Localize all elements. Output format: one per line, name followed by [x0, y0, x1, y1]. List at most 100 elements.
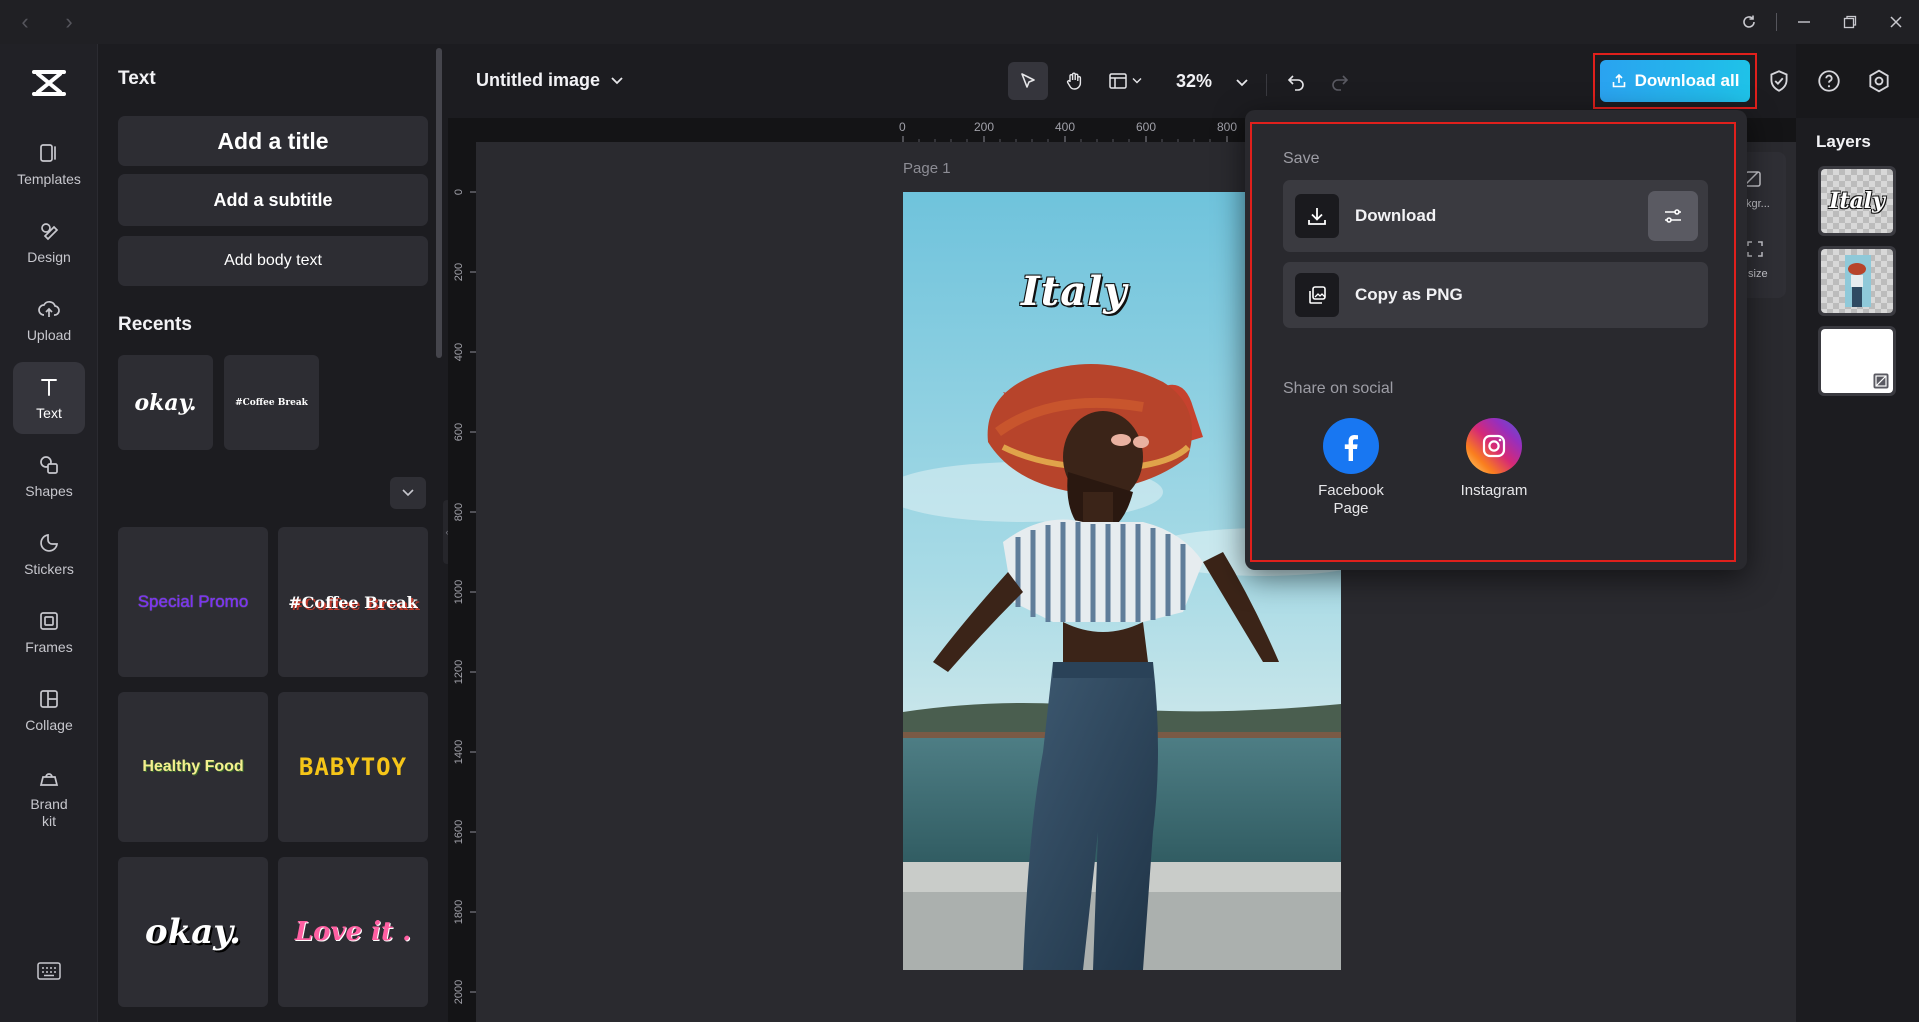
- resize-icon[interactable]: [1746, 240, 1764, 258]
- facebook-icon: [1323, 418, 1379, 474]
- text-style-okay[interactable]: okay.: [118, 857, 268, 1007]
- rail-label: Collage: [25, 716, 73, 733]
- share-facebook-page-button[interactable]: Facebook Page: [1301, 418, 1401, 518]
- add-title-button[interactable]: Add a title: [118, 116, 428, 166]
- toolbar-separator: [1266, 74, 1267, 96]
- ruler-label: 2000: [453, 979, 465, 1005]
- text-icon: [41, 378, 57, 396]
- back-arrow-icon[interactable]: ‹: [10, 9, 40, 35]
- rail-label: Stickers: [24, 560, 74, 577]
- recents-title: Recents: [118, 314, 192, 335]
- rail-item-text[interactable]: Text: [13, 362, 85, 434]
- add-subtitle-button[interactable]: Add a subtitle: [118, 174, 428, 226]
- stickers-icon: [40, 533, 58, 552]
- ruler-label: 200: [974, 120, 995, 134]
- settings-icon[interactable]: [1866, 68, 1892, 94]
- ruler-label: 400: [453, 342, 465, 362]
- text-style-coffee-break[interactable]: #Coffee Break: [278, 527, 428, 677]
- restore-icon[interactable]: [1827, 0, 1873, 44]
- ruler-label: 800: [1217, 120, 1238, 134]
- ruler-label: 1800: [453, 899, 465, 925]
- rail-item-frames[interactable]: Frames: [13, 596, 85, 668]
- recent-text-okay[interactable]: okay.: [118, 355, 213, 450]
- share-section-label: Share on social: [1283, 380, 1394, 397]
- capcut-logo-icon[interactable]: [30, 64, 68, 102]
- rail-item-templates[interactable]: Templates: [13, 128, 85, 200]
- refresh-icon[interactable]: [1726, 0, 1772, 44]
- download-label: Download: [1355, 206, 1437, 225]
- page-label: Page 1: [903, 160, 951, 177]
- rail-label: Brand kit: [30, 796, 68, 829]
- text-style-special-promo[interactable]: Special Promo: [118, 527, 268, 677]
- recent-text-coffee-break[interactable]: #Coffee Break: [224, 355, 319, 450]
- expand-recents-button[interactable]: [390, 477, 426, 509]
- chevron-down-icon: [611, 76, 623, 84]
- editor-topbar: Untitled image 32% Download all: [448, 44, 1889, 118]
- ruler-label: 600: [1136, 120, 1157, 134]
- chevron-down-icon: [1132, 78, 1142, 84]
- help-icon[interactable]: [1816, 68, 1842, 94]
- text-style-healthy-food[interactable]: Healthy Food: [118, 692, 268, 842]
- download-settings-button[interactable]: [1648, 191, 1698, 241]
- text-style-label: #Coffee Break: [288, 592, 418, 612]
- document-title[interactable]: Untitled image: [476, 70, 624, 91]
- rail-item-upload[interactable]: Upload: [13, 284, 85, 356]
- download-icon: [1308, 208, 1326, 225]
- text-style-love-it[interactable]: Love it .: [278, 857, 428, 1007]
- copy-icon-box: [1295, 273, 1339, 317]
- layout-tool-button[interactable]: [1102, 62, 1148, 100]
- text-style-label: okay.: [145, 912, 241, 952]
- rail-item-stickers[interactable]: Stickers: [13, 518, 85, 590]
- app-window: ‹ › Templates Design Upload Text Shapes …: [0, 0, 1919, 1022]
- hand-tool-button[interactable]: [1054, 62, 1094, 100]
- shield-check-icon[interactable]: [1766, 68, 1792, 94]
- redo-icon: [1332, 75, 1349, 91]
- minimize-icon[interactable]: [1781, 0, 1827, 44]
- text-style-label: BABYTOY: [298, 753, 408, 781]
- ruler-label: 400: [1055, 120, 1076, 134]
- ruler-label: 800: [453, 502, 465, 522]
- layers-panel: Layers Italy: [1796, 118, 1919, 1022]
- close-icon[interactable]: [1873, 0, 1919, 44]
- artboard-text-italy[interactable]: Italy: [1021, 268, 1128, 315]
- rail-item-design[interactable]: Design: [13, 206, 85, 278]
- rail-item-shapes[interactable]: Shapes: [13, 440, 85, 512]
- download-all-highlight: [1593, 53, 1757, 109]
- recent-text-label: okay.: [134, 389, 197, 416]
- zoom-level[interactable]: 32%: [1176, 71, 1212, 92]
- templates-icon: [40, 143, 56, 162]
- forward-arrow-icon[interactable]: ›: [54, 9, 84, 35]
- copy-as-png-option[interactable]: Copy as PNG: [1283, 262, 1708, 328]
- share-instagram-button[interactable]: Instagram: [1444, 418, 1544, 500]
- ruler-label: 200: [453, 262, 465, 282]
- panel-scrollbar[interactable]: [436, 48, 442, 358]
- left-rail: Templates Design Upload Text Shapes Stic…: [0, 44, 98, 1022]
- rail-label: Frames: [25, 638, 73, 655]
- undo-button[interactable]: [1276, 62, 1316, 100]
- titlebar-separator: [1776, 13, 1777, 31]
- select-tool-button[interactable]: [1008, 62, 1048, 100]
- layers-title: Layers: [1816, 132, 1871, 151]
- add-body-text-button[interactable]: Add body text: [118, 236, 428, 286]
- layer-italy-text[interactable]: Italy: [1818, 166, 1896, 236]
- zoom-chevron-down-icon[interactable]: [1235, 78, 1249, 88]
- text-style-label: Love it .: [294, 917, 412, 947]
- text-style-babytoy[interactable]: BABYTOY: [278, 692, 428, 842]
- download-option[interactable]: Download: [1283, 180, 1708, 252]
- rail-item-brand-kit[interactable]: Brand kit: [13, 754, 85, 842]
- keyboard-icon[interactable]: [37, 962, 61, 980]
- rail-label: Text: [36, 404, 62, 421]
- layer-background[interactable]: [1818, 326, 1896, 396]
- ruler-label: 1200: [453, 659, 465, 685]
- redo-button[interactable]: [1320, 62, 1360, 100]
- layer-photo[interactable]: [1818, 246, 1896, 316]
- rail-item-collage[interactable]: Collage: [13, 674, 85, 746]
- copy-image-icon: [1309, 286, 1326, 304]
- hand-icon: [1066, 72, 1082, 90]
- instagram-icon: [1466, 418, 1522, 474]
- background-layer-icon: [1873, 373, 1889, 389]
- document-title-text: Untitled image: [476, 70, 601, 90]
- rail-label: Upload: [26, 326, 72, 343]
- chevron-down-icon: [402, 489, 414, 497]
- ruler-label: 600: [453, 422, 465, 442]
